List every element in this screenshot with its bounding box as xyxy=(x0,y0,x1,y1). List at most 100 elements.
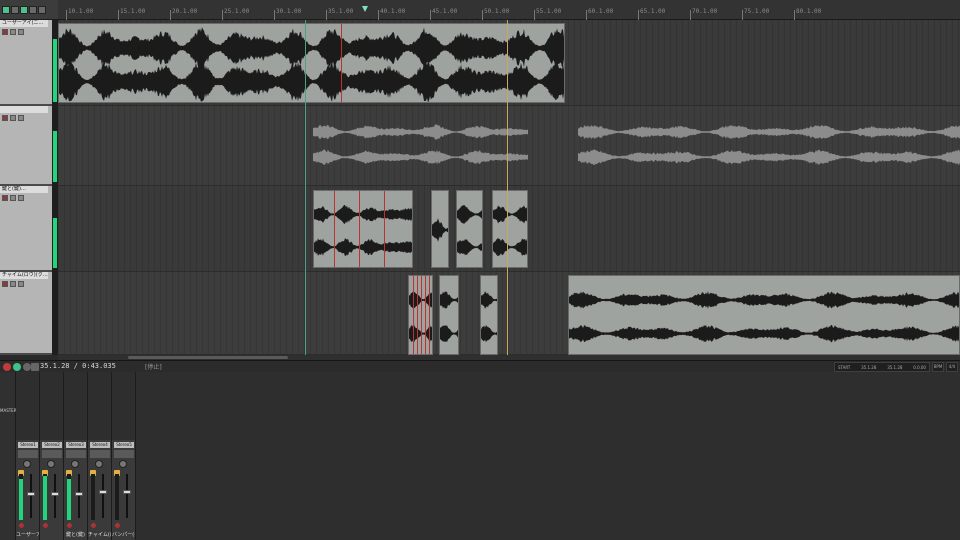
strip-label[interactable]: バンパー(ダール xyxy=(112,531,135,538)
media-item[interactable] xyxy=(408,275,433,355)
pan-knob[interactable] xyxy=(95,460,103,468)
media-item[interactable] xyxy=(439,275,459,355)
pan-knob[interactable] xyxy=(119,460,127,468)
fader-track[interactable] xyxy=(126,474,128,518)
record-arm-button[interactable] xyxy=(19,523,24,528)
record-button[interactable] xyxy=(3,363,11,371)
pan-knob[interactable] xyxy=(23,460,31,468)
mute-button[interactable] xyxy=(10,195,16,201)
record-arm-button[interactable] xyxy=(67,523,72,528)
media-item[interactable] xyxy=(313,190,413,268)
stretch-marker[interactable] xyxy=(341,24,342,102)
record-arm-button[interactable] xyxy=(115,523,120,528)
timeline-ruler[interactable]: 10.1.00 15.1.00 20.1.00 25.1.00 30.1.00 35.1.… xyxy=(58,0,960,20)
track-header[interactable]: ユーザーアイ(ニ… xyxy=(0,20,52,106)
media-item[interactable] xyxy=(431,190,449,268)
stretch-marker[interactable] xyxy=(359,191,360,267)
stretch-marker[interactable] xyxy=(421,276,422,354)
pan-knob[interactable] xyxy=(47,460,55,468)
media-item[interactable] xyxy=(58,23,565,103)
track-header[interactable] xyxy=(0,106,52,186)
fx-slot[interactable]: Stereo2 xyxy=(42,442,62,448)
media-item[interactable] xyxy=(492,190,528,268)
volume-fader[interactable] xyxy=(75,492,83,496)
routing-button[interactable] xyxy=(66,450,86,458)
strip-label[interactable]: ユーザーアイ(ニ xyxy=(16,531,39,538)
stretch-marker[interactable] xyxy=(334,191,335,267)
media-item[interactable] xyxy=(578,114,960,174)
solo-button[interactable] xyxy=(18,29,24,35)
ruler-label: 80.1.00 xyxy=(796,8,822,15)
grid-button[interactable] xyxy=(11,5,19,14)
mute-button[interactable] xyxy=(10,29,16,35)
routing-button[interactable] xyxy=(18,450,38,458)
rec-arm-button[interactable] xyxy=(2,281,8,287)
mixer-strip[interactable]: Stereo5 バンパー(ダール xyxy=(112,372,136,540)
snap-button[interactable] xyxy=(20,5,28,14)
track-name[interactable] xyxy=(0,106,48,113)
stop-button[interactable] xyxy=(31,363,39,371)
volume-fader[interactable] xyxy=(99,490,107,494)
routing-button[interactable] xyxy=(90,450,110,458)
fx-slot[interactable]: Stereo5 xyxy=(114,442,134,448)
rec-arm-button[interactable] xyxy=(2,29,8,35)
fader-track[interactable] xyxy=(102,474,104,518)
pan-knob[interactable] xyxy=(71,460,79,468)
stretch-marker[interactable] xyxy=(413,276,414,354)
track-header[interactable]: 鍵と(鍵)… xyxy=(0,186,52,272)
solo-button[interactable] xyxy=(18,195,24,201)
arrange-view[interactable] xyxy=(58,20,960,355)
fx-slot[interactable]: Stereo3 xyxy=(66,442,86,448)
mute-button[interactable] xyxy=(10,115,16,121)
volume-fader[interactable] xyxy=(51,492,59,496)
media-item[interactable] xyxy=(568,275,960,355)
waveform-channel xyxy=(457,239,482,256)
strip-label[interactable]: チャイム(ロウ) xyxy=(88,531,111,538)
lock-button[interactable] xyxy=(38,5,46,14)
mixer-strip[interactable]: Stereo3 鍵と(鍵) xyxy=(64,372,88,540)
record-arm-button[interactable] xyxy=(43,523,48,528)
volume-fader[interactable] xyxy=(123,490,131,494)
media-item[interactable] xyxy=(313,114,528,174)
mixer-strip[interactable]: Stereo1 ユーザーアイ(ニ xyxy=(16,372,40,540)
solo-button[interactable] xyxy=(18,281,24,287)
ripple-button[interactable] xyxy=(29,5,37,14)
mixer-strip[interactable]: Stereo4 チャイム(ロウ) xyxy=(88,372,112,540)
record-arm-button[interactable] xyxy=(91,523,96,528)
fader-track[interactable] xyxy=(30,474,32,518)
media-item[interactable] xyxy=(456,190,483,268)
master-strip[interactable]: MASTER xyxy=(0,372,16,540)
rec-arm-button[interactable] xyxy=(2,195,8,201)
volume-fader[interactable] xyxy=(27,492,35,496)
loop-button[interactable] xyxy=(23,363,31,371)
track-header[interactable]: チャイム(ロウ)(ク… xyxy=(0,272,52,355)
bpm-box[interactable]: BPM xyxy=(932,362,944,372)
selection-readout[interactable]: START 35.1.28 35.1.28 0.0.00 xyxy=(834,362,930,372)
fader-track[interactable] xyxy=(78,474,80,518)
fader-track[interactable] xyxy=(54,474,56,518)
envelope-button[interactable] xyxy=(2,5,10,14)
rec-arm-button[interactable] xyxy=(2,115,8,121)
edit-cursor[interactable] xyxy=(305,20,306,355)
track-name[interactable]: ユーザーアイ(ニ… xyxy=(0,20,48,27)
playhead[interactable] xyxy=(507,20,508,355)
strip-label[interactable]: 鍵と(鍵) xyxy=(64,531,87,538)
stretch-marker[interactable] xyxy=(384,191,385,267)
play-button[interactable] xyxy=(13,363,21,371)
solo-button[interactable] xyxy=(18,115,24,121)
edit-cursor-marker-icon[interactable] xyxy=(362,6,368,12)
stretch-marker[interactable] xyxy=(417,276,418,354)
fx-slot[interactable]: Stereo4 xyxy=(90,442,110,448)
track-name[interactable]: 鍵と(鍵)… xyxy=(0,186,48,193)
fx-slot[interactable]: Stereo1 xyxy=(18,442,38,448)
mixer-strip[interactable]: Stereo2 xyxy=(40,372,64,540)
track-name[interactable]: チャイム(ロウ)(ク… xyxy=(0,272,48,279)
stretch-marker[interactable] xyxy=(429,276,430,354)
time-signature-box[interactable]: 4/4 xyxy=(946,362,958,372)
routing-button[interactable] xyxy=(114,450,134,458)
mute-button[interactable] xyxy=(10,281,16,287)
media-item[interactable] xyxy=(480,275,498,355)
scrollbar-thumb[interactable] xyxy=(128,356,288,359)
routing-button[interactable] xyxy=(42,450,62,458)
stretch-marker[interactable] xyxy=(425,276,426,354)
